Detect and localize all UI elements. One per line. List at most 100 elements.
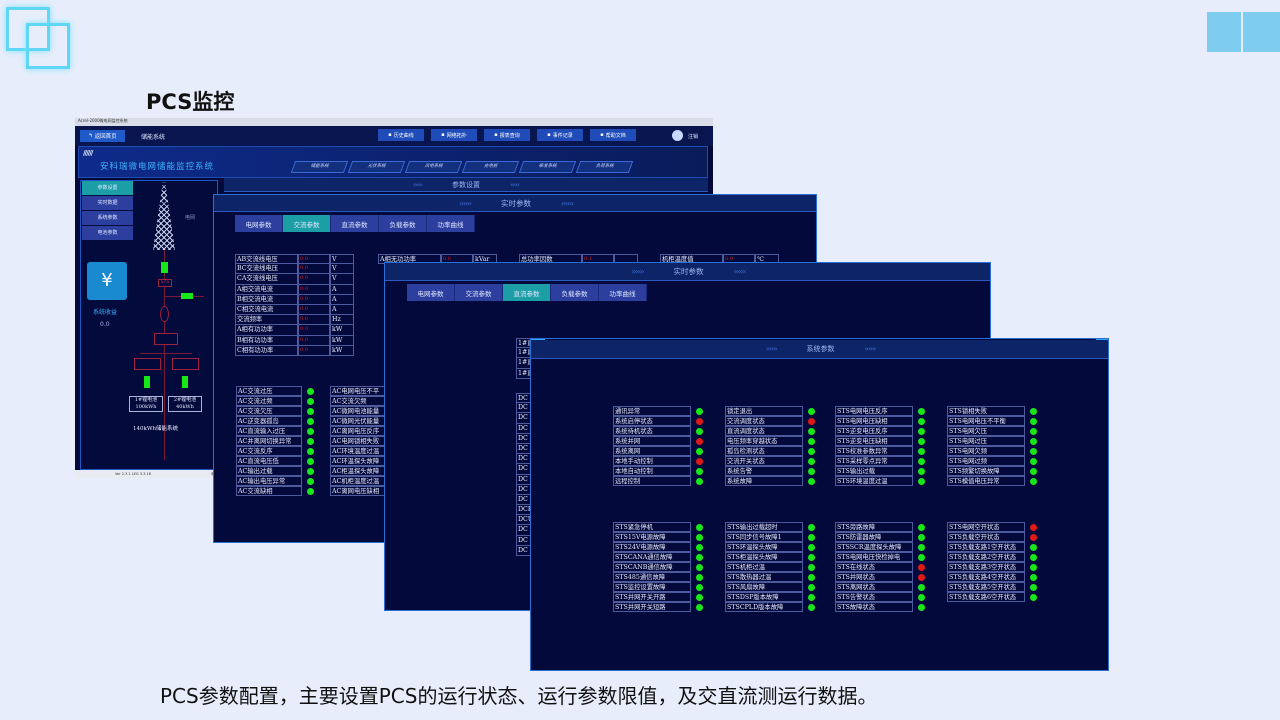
table-row: CA交流线电压 0.0 V: [235, 274, 354, 285]
alarm-row: STS电网电压快检掉电: [835, 552, 925, 562]
status-green-icon: [1030, 573, 1037, 581]
alarm-label: STS输出过载: [835, 466, 913, 476]
alarm-label: 远程控制: [613, 476, 691, 486]
alarm-row: AC直流电压低: [236, 456, 314, 466]
alarm-label: AC直流输入过压: [236, 426, 302, 436]
nav-button-label: 帮助文档: [605, 132, 626, 139]
alarm-label: STS负载支路2空开状态: [947, 552, 1025, 562]
ac-table: AB交流线电压 0.0 V BC交流线电压 0.0 V CA交流线电压 0.0 V A相交流电流 0…: [235, 254, 354, 356]
alarm-label: 系统并网: [613, 436, 691, 446]
alarm-label: STS负载支路4空开状态: [947, 572, 1025, 582]
window-titlebar: Acrel-2000微电网监控系统: [75, 118, 713, 126]
alarm-row: 本地自动控制: [613, 466, 703, 476]
tab-2[interactable]: 直流参数: [503, 284, 551, 301]
tab-0[interactable]: 电网参数: [407, 284, 455, 301]
alarm-label: 交流开关状态: [725, 456, 803, 466]
status-green-icon: [808, 573, 815, 581]
alarm-row: AC输出电压异常: [236, 476, 314, 486]
alarm-label: 电压频率穿越状态: [725, 436, 803, 446]
system-tab[interactable]: 储能系统: [290, 161, 349, 173]
battery-2: 2#锂电池 40kWh: [168, 396, 202, 412]
system-tab[interactable]: 柴发系统: [518, 161, 577, 173]
status-green-icon: [1030, 563, 1037, 571]
alarm-label: AC交流过压: [236, 386, 302, 396]
status-group: 锁定退出 交流调度状态 直流调度状态 电压频率穿越状态 孤岛检测状态 交流开关状态 系统告警…: [725, 406, 815, 486]
tab-0[interactable]: 电网参数: [235, 215, 283, 232]
side-menu-item[interactable]: 参数设置: [82, 181, 133, 195]
alarm-row: AC直流输入过压: [236, 426, 314, 436]
alarm-label: STS输出过载超时: [725, 522, 803, 532]
window-header: ›››››› 实时参数 ‹‹‹‹‹‹: [385, 263, 990, 281]
alarm-label: 本地手动控制: [613, 456, 691, 466]
nav-button-0[interactable]: ▪ 历史曲线: [378, 129, 424, 141]
system-tab[interactable]: 风电系统: [404, 161, 463, 173]
back-home-button[interactable]: ↰ 返回首页: [80, 130, 125, 142]
logout-link[interactable]: 注销: [688, 133, 698, 140]
alarm-row: STS24V电源故障: [613, 542, 703, 552]
status-green-icon: [696, 447, 703, 455]
alarm-row: STS电网电压反序: [835, 406, 925, 416]
tab-4[interactable]: 功率曲线: [599, 284, 647, 301]
status-green-icon: [696, 603, 703, 611]
alarm-label: AC输出过载: [236, 466, 302, 476]
tab-1[interactable]: 交流参数: [283, 215, 331, 232]
alarm-row: STS负载空开状态: [947, 532, 1037, 542]
alarm-row: AC逆变器孤岛: [236, 416, 314, 426]
side-menu-item[interactable]: 系统参数: [82, 211, 133, 225]
status-green-icon: [307, 487, 314, 495]
status-green-icon: [1030, 437, 1037, 445]
tab-3[interactable]: 负载参数: [379, 215, 427, 232]
status-green-icon: [1030, 593, 1037, 601]
status-green-icon: [918, 533, 925, 541]
status-green-icon: [808, 427, 815, 435]
tab-2[interactable]: 直流参数: [331, 215, 379, 232]
alarm-row: AC交流过压: [236, 386, 314, 396]
status-green-icon: [918, 583, 925, 591]
alarm-row: AC交流过频: [236, 396, 314, 406]
nav-button-2[interactable]: ▪ 报表查询: [484, 129, 530, 141]
document-icon: ▪: [547, 132, 551, 138]
status-green-icon: [918, 603, 925, 611]
window-header: ›››››› 实时参数 ‹‹‹‹‹‹: [214, 195, 816, 212]
status-green-icon: [1030, 457, 1037, 465]
tab-4[interactable]: 功率曲线: [427, 215, 475, 232]
alarm-row: STS散热器过温: [725, 572, 815, 582]
value: 0.0: [298, 335, 330, 346]
alarm-label: STS柜温探头故障: [725, 552, 803, 562]
nav-button-4[interactable]: ▪ 帮助文档: [590, 129, 636, 141]
nav-button-1[interactable]: ▪ 网络拓扑: [431, 129, 477, 141]
status-green-icon: [918, 553, 925, 561]
alarm-row: STS电网欠压: [947, 426, 1037, 436]
side-menu-item[interactable]: 实时数据: [82, 196, 133, 210]
value: 0.0: [298, 294, 330, 305]
alarm-label: STS旁路故障: [835, 522, 913, 532]
status-red-icon: [696, 437, 703, 445]
alarm-label: 系统告警: [725, 466, 803, 476]
nav-button-3[interactable]: ▪ 事件记录: [537, 129, 583, 141]
status-green-icon: [918, 427, 925, 435]
alarm-row: STS逆变电压缺相: [835, 436, 925, 446]
alarm-label: STS散热器过温: [725, 572, 803, 582]
alarm-row: 系统离网: [613, 446, 703, 456]
status-group: STS电网电压反序 STS电网电压缺相 STS逆变电压反序 STS逆变电压缺相 STS校…: [835, 406, 925, 486]
status-green-icon: [696, 467, 703, 475]
alarm-row: STS并网开关短路: [613, 602, 703, 612]
alarm-label: 锁定退出: [725, 406, 803, 416]
alarm-row: 系统启停状态: [613, 416, 703, 426]
system-tab[interactable]: 负荷系统: [575, 161, 634, 173]
alarm-row: 交流开关状态: [725, 456, 815, 466]
system-tab[interactable]: 光伏系统: [347, 161, 406, 173]
status-group: STS紧急停机 STS15V电源故障 STS24V电源故障 STSCANA通信故障 ST…: [613, 522, 703, 612]
alarm-row: STSDSP版本故障: [725, 592, 815, 602]
alarm-row: STS负载支路5空开状态: [947, 582, 1037, 592]
alarm-row: STS频繁切换故障: [947, 466, 1037, 476]
alarm-row: STS在线状态: [835, 562, 925, 572]
alarm-row: STS负载支路1空开状态: [947, 542, 1037, 552]
side-menu-item[interactable]: 电池参数: [82, 226, 133, 240]
tab-3[interactable]: 负载参数: [551, 284, 599, 301]
system-tab[interactable]: 充电桩: [461, 161, 520, 173]
tab-1[interactable]: 交流参数: [455, 284, 503, 301]
status-green-icon: [307, 417, 314, 425]
unit: kW: [330, 335, 354, 346]
alarm-label: STS电网空开状态: [947, 522, 1025, 532]
